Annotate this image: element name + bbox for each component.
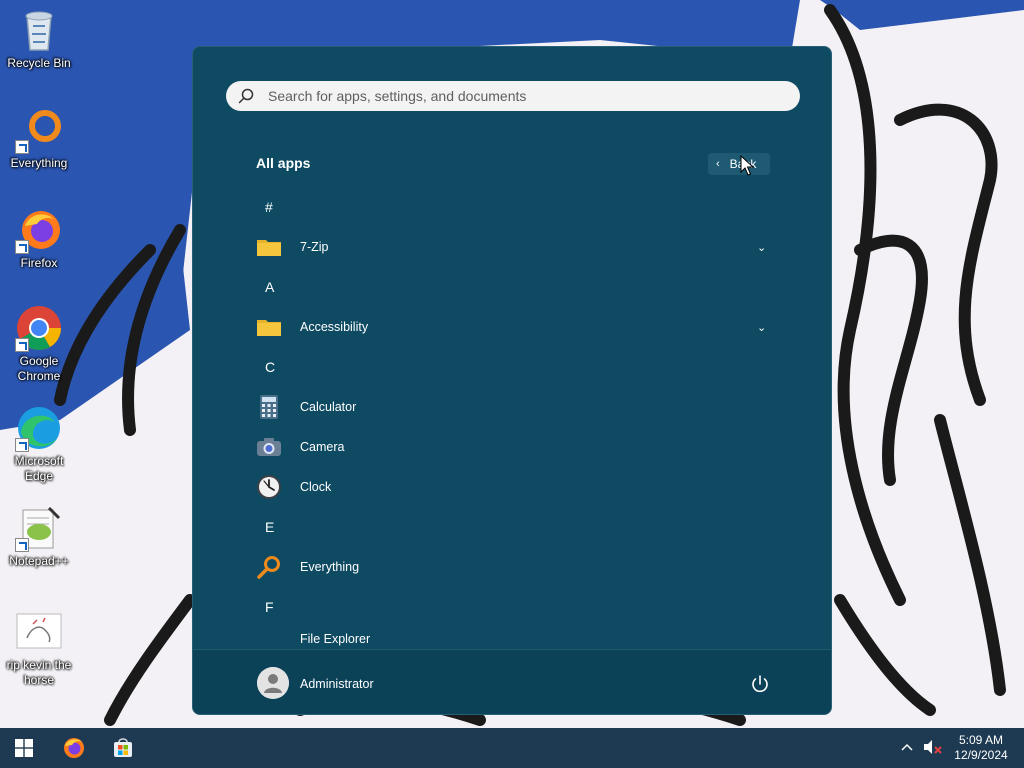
desktop-icon-recycle-bin[interactable]: Recycle Bin <box>4 6 74 71</box>
everything-icon <box>257 556 280 579</box>
mouse-cursor-icon <box>740 155 754 176</box>
folder-icon <box>257 320 281 336</box>
calculator-icon <box>260 395 278 419</box>
shortcut-arrow-icon <box>15 438 29 452</box>
user-bar: Administrator <box>193 649 831 714</box>
chrome-icon <box>15 304 63 352</box>
desktop-icon-label: rip kevin the horse <box>6 658 72 687</box>
search-icon <box>238 88 254 104</box>
notepad-plus-plus-icon <box>15 504 63 552</box>
microsoft-store-icon <box>114 738 132 757</box>
app-item-accessibility[interactable]: Accessibility ⌄ <box>193 307 831 347</box>
app-label: Accessibility <box>300 320 369 334</box>
edge-icon <box>15 404 63 452</box>
section-header-a[interactable]: A <box>193 267 831 307</box>
chevron-down-icon[interactable]: ⌄ <box>757 321 766 334</box>
everything-icon <box>15 106 63 154</box>
app-item-clock[interactable]: Clock <box>193 467 831 507</box>
app-item-file-explorer[interactable]: File Explorer <box>193 627 831 649</box>
clock-date: 12/9/2024 <box>954 748 1008 762</box>
desktop-icon-firefox[interactable]: Firefox <box>4 206 74 271</box>
desktop-icon-google-chrome[interactable]: Google Chrome <box>4 304 74 384</box>
folder-icon <box>257 240 281 256</box>
app-item-7zip[interactable]: 7-Zip ⌄ <box>193 227 831 267</box>
search-box[interactable] <box>226 81 800 111</box>
app-label: 7-Zip <box>300 240 329 254</box>
desktop-icon-microsoft-edge[interactable]: Microsoft Edge <box>4 404 74 484</box>
section-header-f[interactable]: F <box>193 587 831 627</box>
desktop-icon-label: Firefox <box>20 256 58 270</box>
image-file-icon <box>15 608 63 656</box>
shortcut-arrow-icon <box>15 338 29 352</box>
app-item-everything[interactable]: Everything <box>193 547 831 587</box>
desktop-icon-label: Notepad++ <box>9 554 69 568</box>
shortcut-arrow-icon <box>15 538 29 552</box>
recycle-bin-icon <box>15 6 63 54</box>
desktop-icon-label: Microsoft Edge <box>14 454 64 483</box>
section-letter: # <box>265 199 273 215</box>
volume-muted-icon[interactable] <box>922 738 942 756</box>
power-icon[interactable] <box>749 673 771 695</box>
app-item-camera[interactable]: Camera <box>193 427 831 467</box>
section-header-e[interactable]: E <box>193 507 831 547</box>
start-icon <box>15 739 33 757</box>
desktop-icon-everything[interactable]: Everything <box>4 106 74 171</box>
taskbar-firefox-button[interactable] <box>58 732 90 764</box>
section-header-hash[interactable]: # <box>193 187 831 227</box>
clock-icon <box>257 475 281 499</box>
desktop-icon-label: Everything <box>10 156 68 170</box>
taskbar-clock[interactable]: 5:09 AM 12/9/2024 <box>950 733 1012 763</box>
section-letter: C <box>265 359 276 375</box>
shortcut-arrow-icon <box>15 140 29 154</box>
user-avatar[interactable] <box>257 667 289 699</box>
start-button[interactable] <box>8 732 40 764</box>
desktop-icon-label: Recycle Bin <box>7 56 71 70</box>
app-label: Calculator <box>300 400 357 414</box>
taskbar: 5:09 AM 12/9/2024 <box>0 728 1024 768</box>
desktop-icon-notepad-plus-plus[interactable]: Notepad++ <box>4 504 74 569</box>
shortcut-arrow-icon <box>15 240 29 254</box>
camera-icon <box>257 438 281 456</box>
start-menu: All apps ‹ Back # 7-Zip ⌄ A Accessibilit… <box>192 46 832 715</box>
desktop-icon-label: Google Chrome <box>17 354 61 383</box>
chevron-left-icon: ‹ <box>716 158 720 170</box>
user-name[interactable]: Administrator <box>300 677 374 691</box>
section-letter: A <box>265 279 275 295</box>
chevron-down-icon[interactable]: ⌄ <box>757 241 766 254</box>
user-icon <box>257 667 289 699</box>
firefox-icon <box>64 738 84 758</box>
search-input[interactable] <box>268 88 768 104</box>
section-header-c[interactable]: C <box>193 347 831 387</box>
all-apps-list: # 7-Zip ⌄ A Accessibility ⌄ C Calculator… <box>193 187 831 649</box>
desktop-icon-rip-kevin-the-horse[interactable]: rip kevin the horse <box>4 608 74 688</box>
app-label: Camera <box>300 440 345 454</box>
section-letter: E <box>265 519 275 535</box>
clock-time: 5:09 AM <box>958 733 1004 747</box>
app-label: Clock <box>300 480 332 494</box>
chevron-up-icon[interactable] <box>898 738 916 756</box>
app-label: Everything <box>300 560 360 574</box>
app-label: File Explorer <box>300 632 371 646</box>
all-apps-heading: All apps <box>256 155 311 171</box>
taskbar-store-button[interactable] <box>107 732 139 764</box>
app-item-calculator[interactable]: Calculator <box>193 387 831 427</box>
section-letter: F <box>265 599 274 615</box>
back-button[interactable]: ‹ Back <box>708 153 770 175</box>
firefox-icon <box>15 206 63 254</box>
